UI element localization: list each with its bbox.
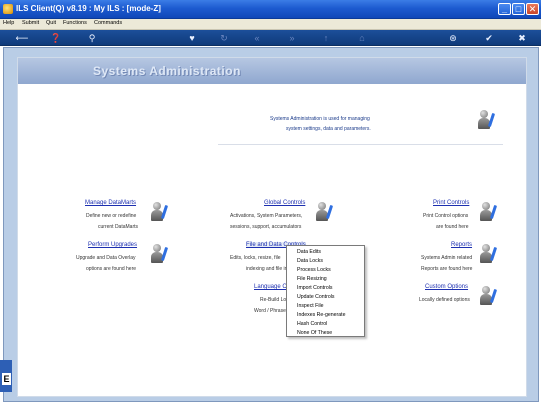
menu-functions[interactable]: Functions — [63, 20, 87, 26]
up-icon[interactable]: ↑ — [320, 33, 332, 43]
global-controls-icon[interactable] — [316, 202, 334, 222]
file-data-desc1: Edits, locks, resize, file — [230, 255, 281, 261]
toolbar: ⟵ ❓ ⚲ ♥ ↻ « » ↑ ⌂ ⊛ ✔ ✖ — [0, 30, 541, 46]
menu-bar: Help Submit Quit Functions Commands — [0, 19, 541, 30]
ctx-update-controls[interactable]: Update Controls — [297, 294, 335, 300]
close-window-button[interactable]: ✕ — [526, 3, 539, 15]
perform-upgrades-desc1: Upgrade and Data Overlay — [76, 255, 136, 261]
reports-desc1: Systems Admin related — [421, 255, 473, 261]
print-controls-link[interactable]: Print Controls — [433, 200, 469, 206]
fast-forward-icon[interactable]: » — [286, 33, 298, 43]
reports-link[interactable]: Reports — [451, 242, 472, 248]
manage-datamarts-icon[interactable] — [151, 202, 169, 222]
ctx-data-edits[interactable]: Data Edits — [297, 249, 321, 255]
admin-person-icon — [478, 110, 496, 130]
menu-commands[interactable]: Commands — [94, 20, 122, 26]
print-controls-icon[interactable] — [480, 202, 498, 222]
intro-text-line2: system settings, data and parameters. — [286, 126, 371, 132]
ctx-none-of-these[interactable]: None Of These — [297, 330, 332, 336]
search-icon[interactable]: ⚲ — [86, 33, 98, 43]
ctx-process-locks[interactable]: Process Locks — [297, 267, 331, 273]
ctx-inspect-file[interactable]: Inspect File — [297, 303, 324, 309]
app-icon — [3, 4, 13, 14]
reports-desc2: Reports are found here — [421, 266, 473, 272]
custom-options-link[interactable]: Custom Options — [425, 284, 468, 290]
perform-upgrades-icon[interactable] — [151, 244, 169, 264]
print-controls-desc1: Print Control options — [423, 213, 469, 219]
context-menu: Data Edits Data Locks Process Locks File… — [286, 245, 365, 337]
content-panel: Systems Administration Systems Administr… — [17, 57, 527, 397]
check-icon[interactable]: ✔ — [483, 33, 495, 43]
language-desc1: Re-Build Lov — [260, 297, 289, 303]
custom-options-desc1: Locally defined options — [419, 297, 470, 303]
maximize-button[interactable]: □ — [512, 3, 525, 15]
perform-upgrades-desc2: options are found here — [86, 266, 137, 272]
custom-options-icon[interactable] — [480, 286, 498, 306]
minimize-button[interactable]: _ — [498, 3, 511, 15]
global-controls-desc2: sessions, support, accumulators — [230, 224, 302, 230]
header-band: Systems Administration — [18, 58, 526, 84]
ctx-import-controls[interactable]: Import Controls — [297, 285, 332, 291]
lock-icon[interactable]: ⌂ — [356, 33, 368, 43]
help-icon[interactable]: ❓ — [50, 33, 62, 43]
intro-text-line1: Systems Administration is used for manag… — [270, 116, 370, 122]
main-area: Systems Administration Systems Administr… — [3, 47, 539, 402]
manage-datamarts-desc1: Define new or redefine — [86, 213, 137, 219]
manage-datamarts-desc2: current DataMarts — [98, 224, 139, 230]
global-controls-link[interactable]: Global Controls — [264, 200, 305, 206]
menu-quit[interactable]: Quit — [46, 20, 56, 26]
ctx-hash-control[interactable]: Hash Control — [297, 321, 327, 327]
reports-icon[interactable] — [480, 244, 498, 264]
heart-icon[interactable]: ♥ — [186, 33, 198, 43]
language-desc2: Word / Phrase — [254, 308, 286, 314]
menu-help[interactable]: Help — [3, 20, 14, 26]
globe-icon[interactable]: ⊛ — [447, 33, 459, 43]
divider — [218, 144, 503, 145]
global-controls-desc1: Activations, System Parameters, — [230, 213, 303, 219]
print-controls-desc2: are found here — [436, 224, 469, 230]
window-title: ILS Client(Q) v8.19 : My ILS : [mode-Z] — [16, 4, 161, 13]
ctx-data-locks[interactable]: Data Locks — [297, 258, 323, 264]
page-title: Systems Administration — [93, 64, 241, 78]
menu-submit[interactable]: Submit — [22, 20, 39, 26]
language-controls-link[interactable]: Language C — [254, 284, 287, 290]
close-icon[interactable]: ✖ — [516, 33, 528, 43]
side-taskbar-button[interactable]: E — [2, 373, 11, 385]
title-bar: ILS Client(Q) v8.19 : My ILS : [mode-Z] … — [0, 0, 541, 19]
file-data-desc2: indexing and file in — [246, 266, 288, 272]
manage-datamarts-link[interactable]: Manage DataMarts — [85, 200, 136, 206]
refresh-icon[interactable]: ↻ — [218, 33, 230, 43]
rewind-icon[interactable]: « — [251, 33, 263, 43]
ctx-file-resizing[interactable]: File Resizing — [297, 276, 327, 282]
ctx-indexes-regenerate[interactable]: Indexes Re-generate — [297, 312, 345, 318]
back-arrow-icon[interactable]: ⟵ — [12, 33, 32, 43]
perform-upgrades-link[interactable]: Perform Upgrades — [88, 242, 137, 248]
